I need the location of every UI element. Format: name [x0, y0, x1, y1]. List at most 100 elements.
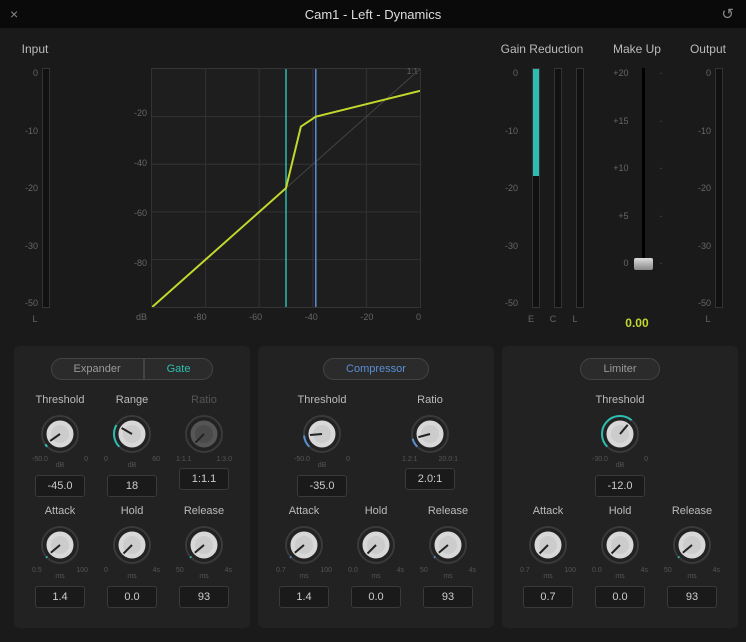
knob-label: Threshold: [596, 394, 645, 406]
cp-time-row: Attack 0.7100 ms 1.4 Hold 0.04s: [268, 505, 484, 608]
knob-value[interactable]: 0.7: [523, 586, 573, 608]
knob-label: Hold: [121, 505, 144, 517]
knob-value[interactable]: 1.4: [279, 586, 329, 608]
knob-value[interactable]: -45.0: [35, 475, 85, 497]
knob-label: Range: [116, 394, 148, 406]
knob-label: Hold: [365, 505, 388, 517]
knob-threshold: Threshold -30.00 dB -12.0: [584, 394, 656, 497]
title-bar: × Cam1 - Left - Dynamics ↺: [0, 0, 746, 28]
knob-dial[interactable]: [672, 525, 712, 565]
reset-icon[interactable]: ↺: [721, 5, 734, 23]
output-scale: 0-10-20-30-50: [693, 68, 711, 308]
knob-dial[interactable]: [428, 525, 468, 565]
tab-expander[interactable]: Expander: [51, 358, 144, 380]
knob-attack: Attack 0.7100 ms 0.7: [512, 505, 584, 608]
knob-hold: Hold 0.04s ms 0.0: [584, 505, 656, 608]
output-foot: L: [705, 314, 710, 324]
knob-value[interactable]: 1:1.1: [179, 468, 229, 490]
tab-limiter[interactable]: Limiter: [580, 358, 659, 380]
knob-value[interactable]: 2.0:1: [405, 468, 455, 490]
makeup-slider-handle[interactable]: [634, 258, 653, 270]
expander-gate-panel: Expander Gate Threshold -50.00 dB -45.0 …: [14, 346, 250, 628]
knob-value[interactable]: 0.0: [595, 586, 645, 608]
knob-dial[interactable]: [40, 525, 80, 565]
gr-foot: ECL: [527, 314, 579, 324]
gr-bar-c: [554, 68, 562, 308]
makeup-slider-track[interactable]: [642, 68, 645, 268]
knob-label: Release: [184, 505, 224, 517]
lm-time-row: Attack 0.7100 ms 0.7 Hold 0.04s: [512, 505, 728, 608]
eg-time-row: Attack 0.5100 ms 1.4 Hold 04s ms: [24, 505, 240, 608]
knob-dial[interactable]: [528, 525, 568, 565]
output-meter-bar: [715, 68, 723, 308]
knob-threshold: Threshold -50.00 dB -35.0: [286, 394, 358, 497]
meters-section: Input 0-10-20-30-50 L -20-40-60-80 1:1: [0, 28, 746, 338]
knob-hold: Hold 04s ms 0.0: [96, 505, 168, 608]
lm-params-row: Threshold -30.00 dB -12.0: [512, 394, 728, 497]
knob-value[interactable]: 93: [423, 586, 473, 608]
knob-threshold: Threshold -50.00 dB -45.0: [24, 394, 96, 497]
knob-dial[interactable]: [284, 525, 324, 565]
knob-value[interactable]: 0.0: [351, 586, 401, 608]
makeup-label: Make Up: [613, 42, 661, 56]
knob-value[interactable]: 18: [107, 475, 157, 497]
knob-label: Threshold: [298, 394, 347, 406]
knob-label: Release: [428, 505, 468, 517]
compressor-panel: Compressor Threshold -50.00 dB -35.0 Rat…: [258, 346, 494, 628]
knob-ratio: Ratio 1.2:120.0:1 2.0:1: [394, 394, 466, 497]
makeup-slider-col: Make Up +20+15+10+50 ----- 0.00: [602, 42, 672, 330]
transfer-graph-col: -20-40-60-80 1:1 dB -80-60-40-: [68, 42, 482, 330]
eg-params-row: Threshold -50.00 dB -45.0 Range 060: [24, 394, 240, 497]
knob-value[interactable]: -35.0: [297, 475, 347, 497]
window-title: Cam1 - Left - Dynamics: [305, 7, 442, 22]
knob-release: Release 504s ms 93: [168, 505, 240, 608]
knob-release: Release 504s ms 93: [412, 505, 484, 608]
knob-ratio: Ratio 1:1.11:3.0 1:1.1: [168, 394, 240, 497]
knob-dial[interactable]: [600, 414, 640, 454]
knob-label: Release: [672, 505, 712, 517]
makeup-value: 0.00: [625, 316, 648, 330]
knob-label: Hold: [609, 505, 632, 517]
knob-attack: Attack 0.7100 ms 1.4: [268, 505, 340, 608]
knob-label: Attack: [533, 505, 564, 517]
knob-dial[interactable]: [410, 414, 450, 454]
gr-bar-l: [576, 68, 584, 308]
input-meter: Input 0-10-20-30-50 L: [20, 42, 50, 330]
knob-label: Attack: [45, 505, 76, 517]
output-meter: Output 0-10-20-30-50 L: [690, 42, 726, 330]
tab-gate[interactable]: Gate: [144, 358, 214, 380]
knob-value[interactable]: 93: [179, 586, 229, 608]
knob-value[interactable]: 1.4: [35, 586, 85, 608]
tab-compressor[interactable]: Compressor: [323, 358, 429, 380]
transfer-curve-graph: 1:1: [151, 68, 421, 308]
graph-xscale: -80-60-40-200: [151, 312, 421, 322]
knob-value[interactable]: 93: [667, 586, 717, 608]
knob-range: Range 060 dB 18: [96, 394, 168, 497]
knob-dial[interactable]: [302, 414, 342, 454]
knob-dial[interactable]: [184, 414, 224, 454]
knob-label: Attack: [289, 505, 320, 517]
knob-label: Ratio: [191, 394, 217, 406]
knob-value[interactable]: -12.0: [595, 475, 645, 497]
limiter-panel: Limiter Threshold -30.00 dB -12.0 Attack: [502, 346, 738, 628]
controls-section: Expander Gate Threshold -50.00 dB -45.0 …: [0, 338, 746, 642]
input-meter-bar: [42, 68, 50, 308]
gain-reduction-meter: Gain Reduction 0-10-20-30-50 ECL: [500, 42, 584, 330]
knob-hold: Hold 0.04s ms 0.0: [340, 505, 412, 608]
knob-dial[interactable]: [184, 525, 224, 565]
knob-dial[interactable]: [112, 525, 152, 565]
knob-value[interactable]: 0.0: [107, 586, 157, 608]
gr-scale: 0-10-20-30-50: [500, 68, 518, 308]
knob-dial[interactable]: [112, 414, 152, 454]
graph-svg: [152, 69, 420, 307]
knob-dial[interactable]: [40, 414, 80, 454]
knob-dial[interactable]: [600, 525, 640, 565]
knob-dial[interactable]: [356, 525, 396, 565]
cp-params-row: Threshold -50.00 dB -35.0 Ratio 1.2:: [268, 394, 484, 497]
input-label: Input: [22, 42, 49, 56]
knob-label: Ratio: [417, 394, 443, 406]
gr-bar-e: [532, 68, 540, 308]
input-scale: 0-10-20-30-50: [20, 68, 38, 308]
graph-yscale: -20-40-60-80: [129, 68, 147, 308]
close-icon[interactable]: ×: [10, 6, 18, 22]
